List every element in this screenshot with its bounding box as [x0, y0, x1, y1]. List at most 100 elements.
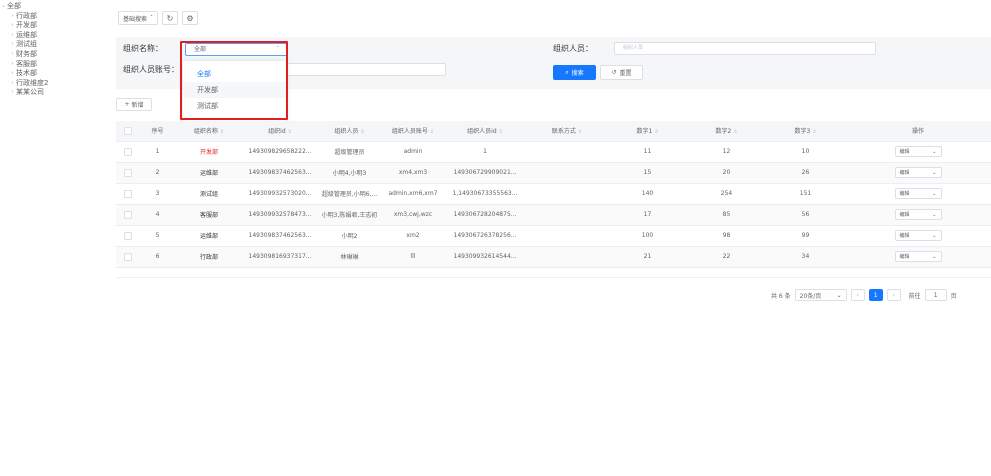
column-header[interactable]: 组织名称 ⇳	[175, 121, 243, 142]
row-checkbox[interactable]	[116, 246, 140, 268]
sort-icon[interactable]: ⇳	[220, 129, 224, 135]
cell-n3: 34	[766, 246, 845, 268]
table-row[interactable]: 3 测试组 149309932573020... 超级管理员,小明6,... admin…	[116, 183, 991, 205]
cell-no: 2	[140, 162, 175, 184]
chevron-down-icon: ⌄	[932, 190, 937, 197]
edit-dropdown-button[interactable]: 编辑 ⌄	[894, 146, 942, 157]
cell-member_ids: 149309932614544...	[444, 246, 526, 268]
column-header[interactable]: 数字1 ⇳	[608, 121, 687, 142]
reset-button[interactable]: ↺ 重置	[600, 65, 643, 80]
cell-n2: 98	[687, 225, 766, 247]
tree-node[interactable]: › 财务部	[0, 50, 110, 60]
org-name-select[interactable]: 全部 ˆ	[185, 43, 288, 56]
column-header[interactable]: 序号	[140, 121, 175, 142]
table-row[interactable]: 5 运维部 149309837462563... 小明2 xm2 149306726378…	[116, 225, 991, 247]
column-header[interactable]: 操作	[845, 121, 991, 142]
column-header-label: 组织人员	[334, 128, 359, 136]
caret-down-icon[interactable]: ⌄	[0, 2, 7, 12]
tree-node[interactable]: › 运维部	[0, 31, 110, 41]
select-all-checkbox[interactable]	[116, 121, 140, 142]
sort-icon[interactable]: ⇳	[499, 129, 503, 135]
column-header[interactable]: 组织人员id ⇳	[444, 121, 526, 142]
gear-icon: ⚙	[186, 13, 194, 23]
tree-node-label: 某某公司	[16, 88, 44, 97]
edit-label: 编辑	[899, 254, 910, 260]
chevron-down-icon: ⌄	[932, 169, 937, 176]
table-row[interactable]: 1 开发部 149309829658222... 超级管理员 admin 1 11 12 10 编…	[116, 141, 991, 163]
tree-node[interactable]: › 某某公司	[0, 88, 110, 98]
tree-node-root[interactable]: ⌄ 全部	[0, 2, 110, 12]
sort-icon[interactable]: ⇳	[654, 129, 658, 135]
org-member-input[interactable]: 组织人员	[614, 42, 876, 55]
advanced-search-toggle[interactable]: 基础搜索 ˆ	[118, 11, 159, 25]
dropdown-option[interactable]: 全部	[183, 66, 286, 82]
cell-members: 小明4,小明3	[317, 162, 382, 184]
cell-accounts: xm2	[382, 225, 444, 247]
page-number-current[interactable]: 1	[868, 289, 883, 301]
cell-n2: 254	[687, 183, 766, 205]
edit-dropdown-button[interactable]: 编辑 ⌄	[894, 188, 942, 199]
edit-dropdown-button[interactable]: 编辑 ⌄	[894, 230, 942, 241]
tree-node-label: 技术部	[16, 69, 37, 78]
table-row[interactable]: 6 行政部 149309816937317... 林琳琳 lll 149309932614…	[116, 246, 991, 268]
sort-icon[interactable]: ⇳	[430, 129, 434, 135]
caret-right-icon: ›	[11, 31, 14, 38]
column-header[interactable]: 组织人员账号 ⇳	[382, 121, 444, 142]
cell-actions: 编辑 ⌄	[845, 183, 991, 205]
row-checkbox[interactable]	[116, 141, 140, 163]
cell-accounts: xm4,xm3	[382, 162, 444, 184]
sort-icon[interactable]: ⇳	[733, 129, 737, 135]
goto-page-input[interactable]: 1	[924, 289, 947, 301]
chevron-up-icon: ˆ	[276, 46, 279, 53]
column-header[interactable]: 数字3 ⇳	[766, 121, 845, 142]
tree-node[interactable]: › 开发部	[0, 21, 110, 31]
cell-n3: 99	[766, 225, 845, 247]
chevron-down-icon: ⌄	[932, 232, 937, 239]
edit-label: 编辑	[899, 191, 910, 197]
cell-contact	[526, 204, 608, 226]
tree-node[interactable]: › 行政维度2	[0, 79, 110, 89]
cell-org_id: 149309837462563...	[243, 162, 317, 184]
edit-dropdown-button[interactable]: 编辑 ⌄	[894, 209, 942, 220]
table-row[interactable]: 4 客服部 149309932578473... 小明3,陈娟君,王志初 xm3,cwj…	[116, 204, 991, 226]
search-button[interactable]: ⌕ 搜索	[553, 65, 596, 80]
cell-org_id: 149309829658222...	[243, 141, 317, 163]
sort-icon[interactable]: ⇳	[360, 129, 364, 135]
row-checkbox[interactable]	[116, 204, 140, 226]
add-button[interactable]: + 新增	[116, 98, 152, 111]
sort-icon[interactable]: ⇳	[578, 129, 582, 135]
column-header-label: 组织人员账号	[391, 128, 428, 136]
cell-org_id: 149309816937317...	[243, 246, 317, 268]
tree-node-label: 全部	[7, 2, 21, 10]
cell-n2: 85	[687, 204, 766, 226]
dropdown-option[interactable]: 测试部	[183, 98, 286, 114]
tree-node[interactable]: › 客服部	[0, 60, 110, 70]
prev-page-button[interactable]: ‹	[850, 289, 865, 301]
sort-icon[interactable]: ⇳	[288, 129, 292, 135]
cell-actions: 编辑 ⌄	[845, 162, 991, 184]
column-header[interactable]: 组织id ⇳	[243, 121, 317, 142]
row-checkbox[interactable]	[116, 225, 140, 247]
next-page-button[interactable]: ›	[886, 289, 901, 301]
refresh-button[interactable]: ↻	[162, 11, 179, 25]
chevron-up-icon: ˆ	[150, 14, 154, 22]
column-header[interactable]: 联系方式 ⇳	[526, 121, 608, 142]
table-row[interactable]: 2 运维部 149309837462563... 小明4,小明3 xm4,xm3 1493…	[116, 162, 991, 184]
edit-dropdown-button[interactable]: 编辑 ⌄	[894, 251, 942, 262]
refresh-icon: ↻	[166, 13, 174, 23]
settings-button[interactable]: ⚙	[182, 11, 199, 25]
row-checkbox[interactable]	[116, 183, 140, 205]
dropdown-option[interactable]: 开发部	[183, 82, 286, 98]
edit-dropdown-button[interactable]: 编辑 ⌄	[894, 167, 942, 178]
sort-icon[interactable]: ⇳	[812, 129, 816, 135]
column-header[interactable]: 组织人员 ⇳	[317, 121, 382, 142]
cell-no: 3	[140, 183, 175, 205]
column-header[interactable]: 数字2 ⇳	[687, 121, 766, 142]
row-checkbox[interactable]	[116, 162, 140, 184]
tree-node[interactable]: › 测试组	[0, 40, 110, 50]
page-size-select[interactable]: 20条/页 ⌄	[794, 289, 847, 301]
cell-members: 小明3,陈娟君,王志初	[317, 204, 382, 226]
tree-node[interactable]: › 行政部	[0, 12, 110, 22]
cell-contact	[526, 162, 608, 184]
tree-node[interactable]: › 技术部	[0, 69, 110, 79]
